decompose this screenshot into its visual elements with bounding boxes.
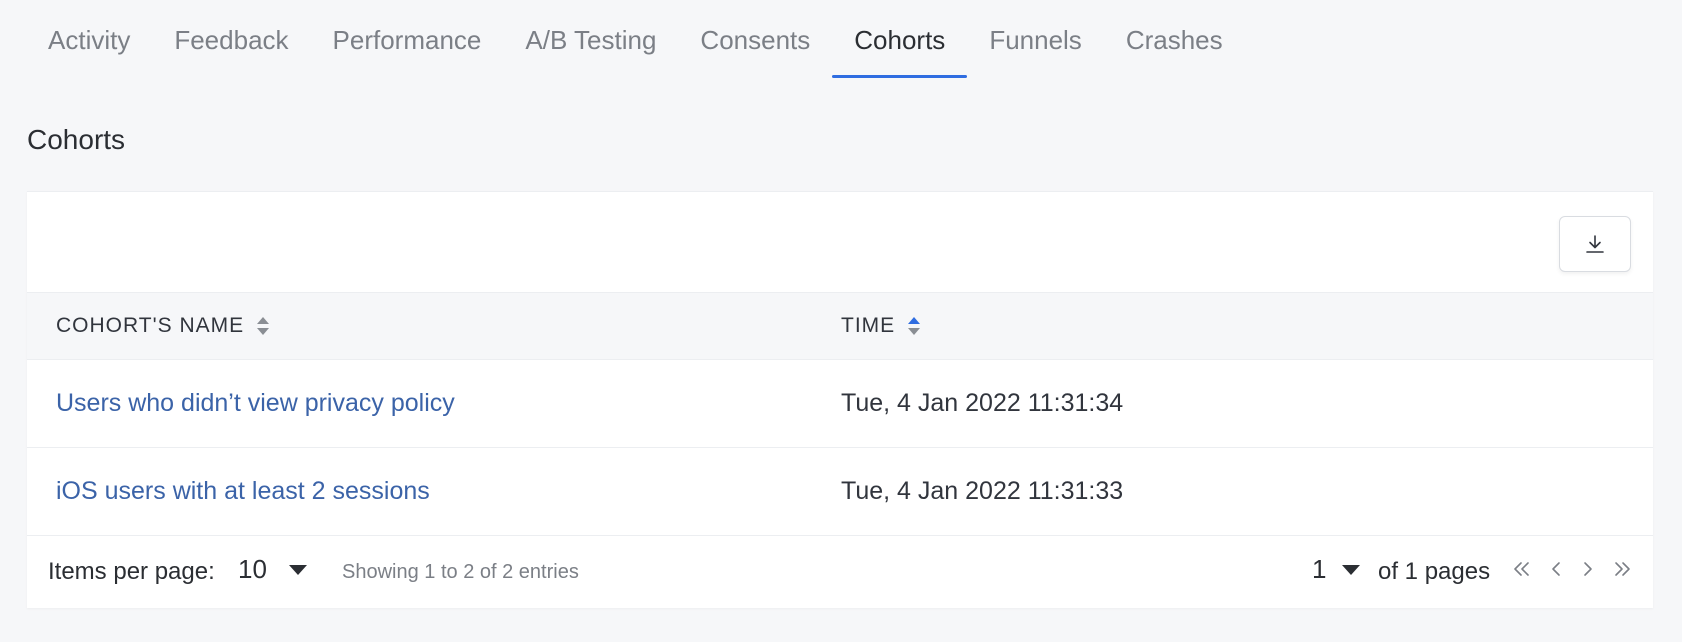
next-page-button[interactable]: [1581, 560, 1595, 578]
cohort-time: Tue, 4 Jan 2022 11:31:34: [841, 389, 1124, 417]
caret-down-icon: [288, 564, 307, 575]
next-page-icon: [1584, 562, 1592, 576]
first-page-button[interactable]: [1511, 560, 1531, 578]
page-select[interactable]: 1: [1312, 554, 1361, 585]
column-header-cohort-name[interactable]: COHORT'S NAME: [56, 314, 841, 338]
cohort-name-link[interactable]: iOS users with at least 2 sessions: [56, 477, 430, 505]
prev-page-icon: [1552, 562, 1560, 576]
page-navigation: [1511, 560, 1633, 578]
current-page-value: 1: [1312, 554, 1327, 584]
download-icon: [1586, 235, 1604, 253]
tab-performance[interactable]: Performance: [311, 0, 504, 78]
table-header: COHORT'S NAME TIME: [27, 293, 1653, 360]
tab-activity[interactable]: Activity: [26, 0, 152, 78]
table-toolbar: [27, 192, 1653, 293]
tab-feedback[interactable]: Feedback: [152, 0, 310, 78]
tab-bar: Activity Feedback Performance A/B Testin…: [26, 0, 1245, 78]
cohorts-table-card: COHORT'S NAME TIME Users who didn’t view…: [27, 191, 1653, 608]
download-button[interactable]: [1559, 216, 1631, 272]
table-row: iOS users with at least 2 sessions Tue, …: [27, 448, 1653, 536]
items-per-page-select[interactable]: 10: [238, 554, 307, 585]
tab-cohorts[interactable]: Cohorts: [832, 0, 968, 78]
last-page-icon: [1615, 562, 1630, 576]
first-page-icon: [1514, 562, 1529, 576]
page-title: Cohorts: [27, 124, 126, 155]
sort-icon: [908, 317, 921, 335]
tab-consents[interactable]: Consents: [678, 0, 832, 78]
total-pages-text: of 1 pages: [1378, 558, 1491, 585]
column-header-time[interactable]: TIME: [841, 314, 1653, 338]
items-per-page-label: Items per page:: [48, 558, 215, 585]
items-per-page-value: 10: [238, 554, 267, 584]
tab-ab-testing[interactable]: A/B Testing: [503, 0, 678, 78]
sort-icon: [257, 317, 270, 335]
tab-crashes[interactable]: Crashes: [1104, 0, 1245, 78]
pagination-bar: Items per page: 10 Showing 1 to 2 of 2 e…: [27, 536, 1653, 608]
column-header-label: COHORT'S NAME: [56, 314, 245, 337]
column-header-label: TIME: [841, 314, 896, 337]
showing-entries-text: Showing 1 to 2 of 2 entries: [342, 560, 579, 583]
caret-down-icon: [1342, 564, 1361, 575]
cohort-time: Tue, 4 Jan 2022 11:31:33: [841, 477, 1124, 505]
prev-page-button[interactable]: [1549, 560, 1563, 578]
last-page-button[interactable]: [1613, 560, 1633, 578]
cohort-name-link[interactable]: Users who didn’t view privacy policy: [56, 389, 455, 417]
tab-funnels[interactable]: Funnels: [967, 0, 1104, 78]
table-row: Users who didn’t view privacy policy Tue…: [27, 360, 1653, 448]
